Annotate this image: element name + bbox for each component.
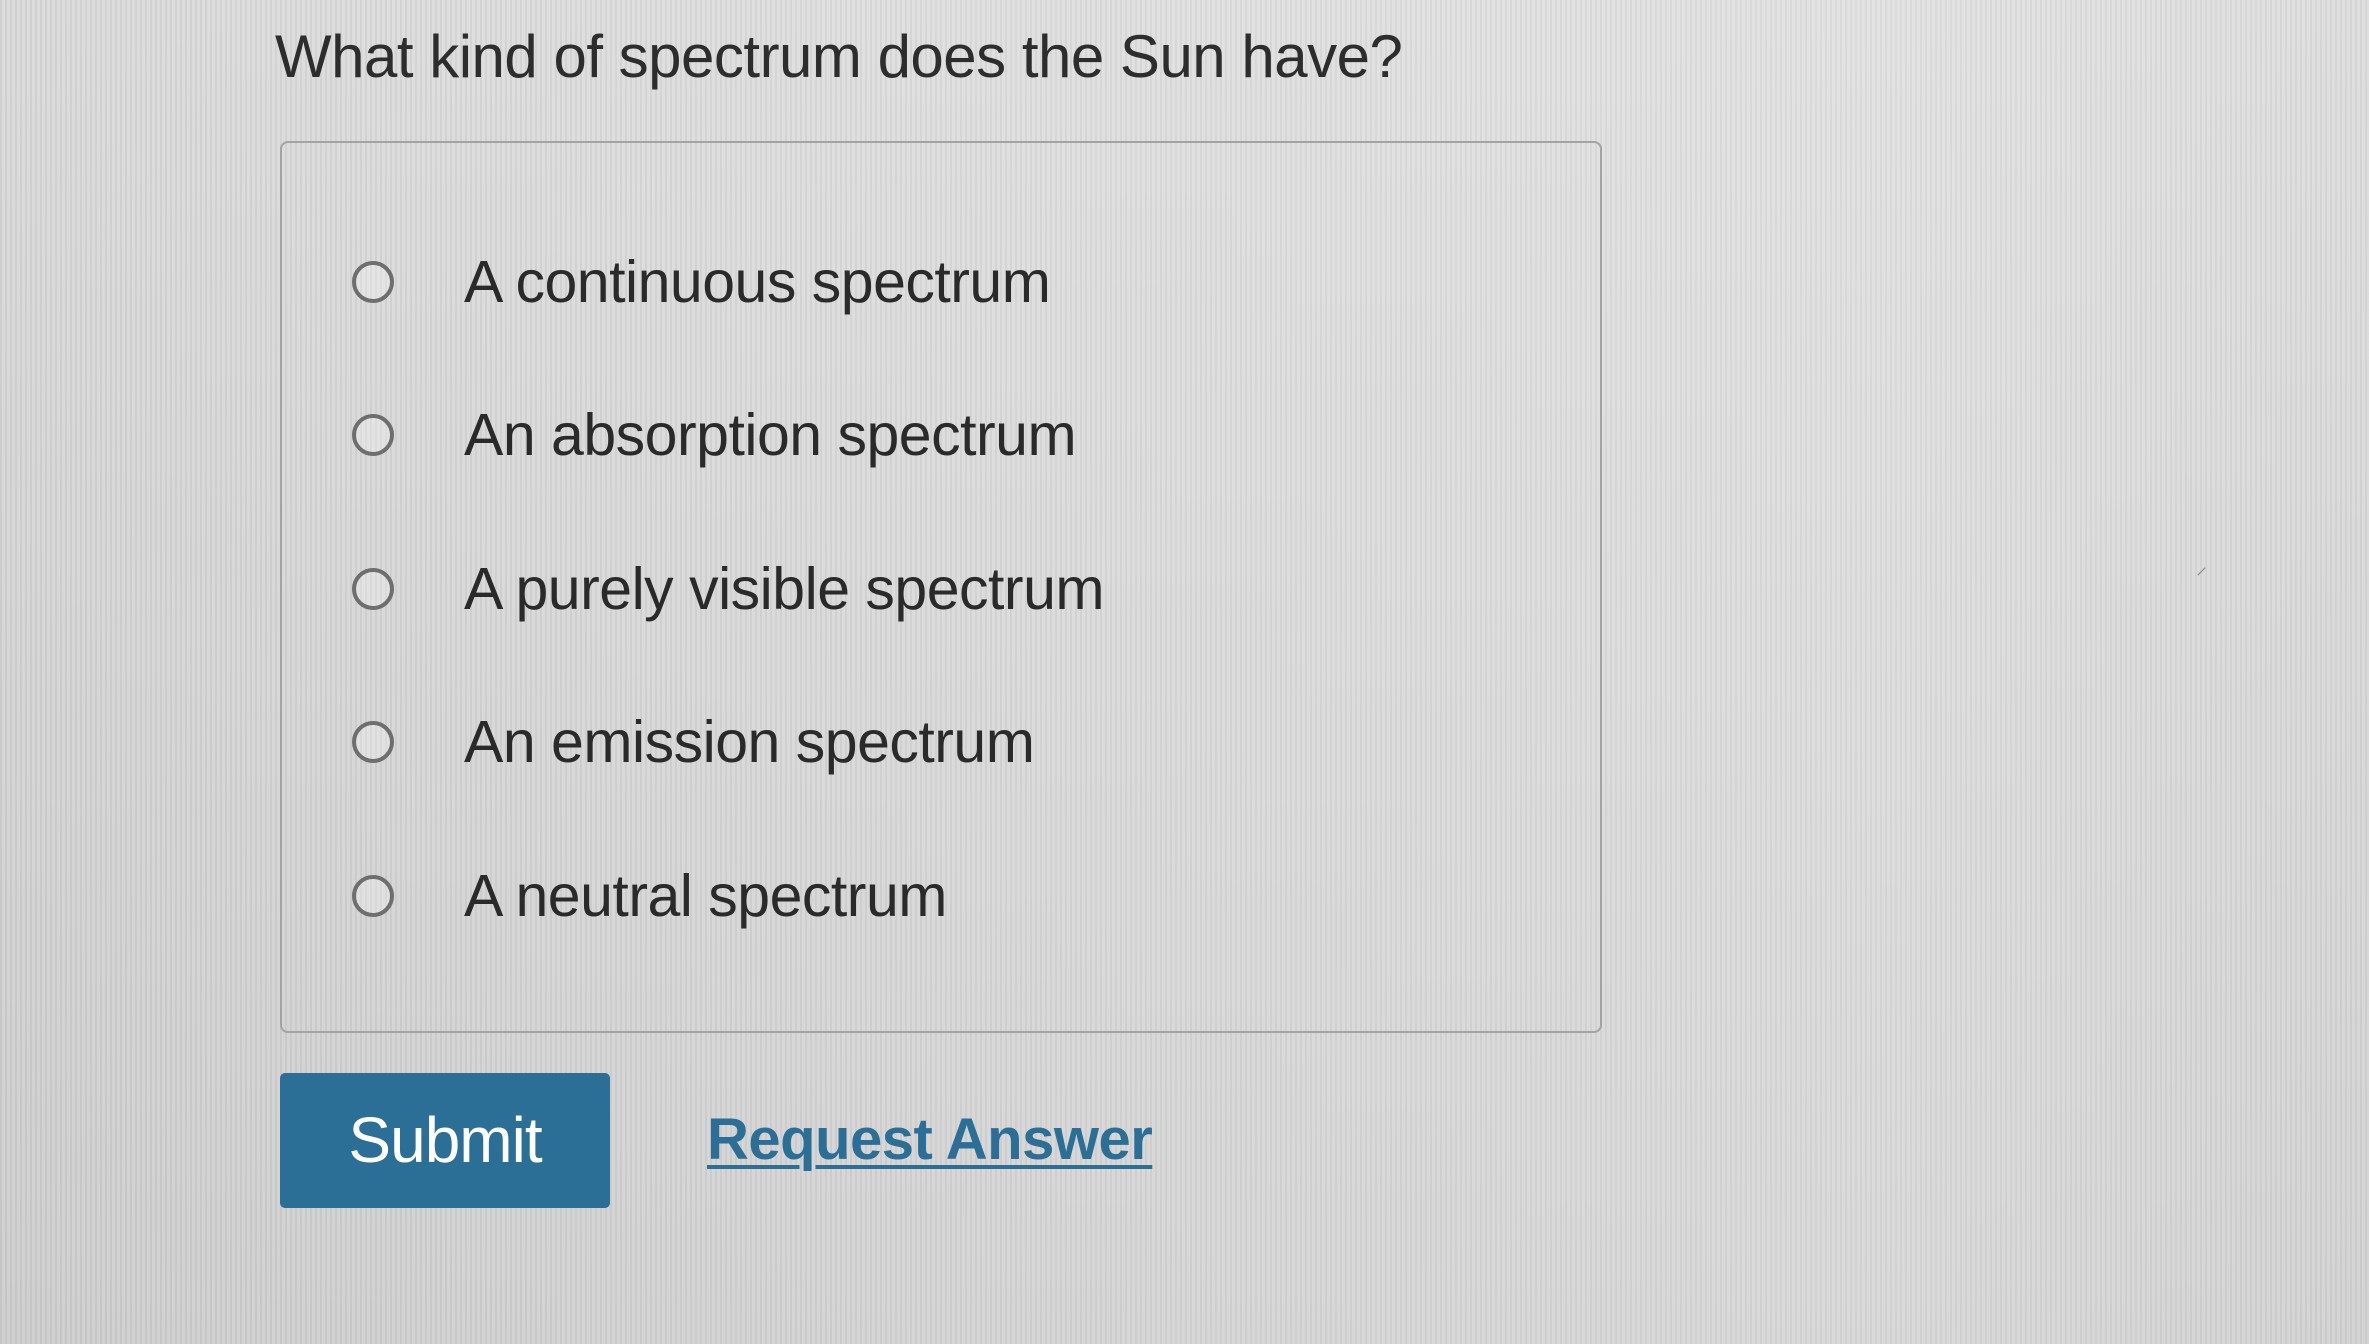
request-answer-link[interactable]: Request Answer [707, 1106, 1153, 1173]
choice-label: A neutral spectrum [464, 863, 947, 929]
radio-button-icon[interactable] [352, 414, 394, 456]
radio-button-icon[interactable] [352, 568, 394, 610]
choice-label: A purely visible spectrum [464, 556, 1105, 622]
choice-absorption-spectrum[interactable]: An absorption spectrum [352, 390, 1077, 480]
submit-button[interactable]: Submit [280, 1073, 610, 1208]
choice-label: A continuous spectrum [464, 249, 1051, 315]
choice-purely-visible-spectrum[interactable]: A purely visible spectrum [352, 544, 1105, 634]
answer-choices-group: A continuous spectrum An absorption spec… [280, 141, 1602, 1033]
choice-label: An absorption spectrum [464, 402, 1077, 468]
question-text: What kind of spectrum does the Sun have? [275, 23, 1403, 90]
choice-continuous-spectrum[interactable]: A continuous spectrum [352, 237, 1051, 327]
radio-button-icon[interactable] [352, 875, 394, 917]
choice-neutral-spectrum[interactable]: A neutral spectrum [352, 851, 947, 941]
choice-emission-spectrum[interactable]: An emission spectrum [352, 697, 1035, 787]
radio-button-icon[interactable] [352, 721, 394, 763]
choice-label: An emission spectrum [464, 709, 1035, 775]
screen-artifact: ⸍ [2196, 563, 2208, 588]
radio-button-icon[interactable] [352, 261, 394, 303]
